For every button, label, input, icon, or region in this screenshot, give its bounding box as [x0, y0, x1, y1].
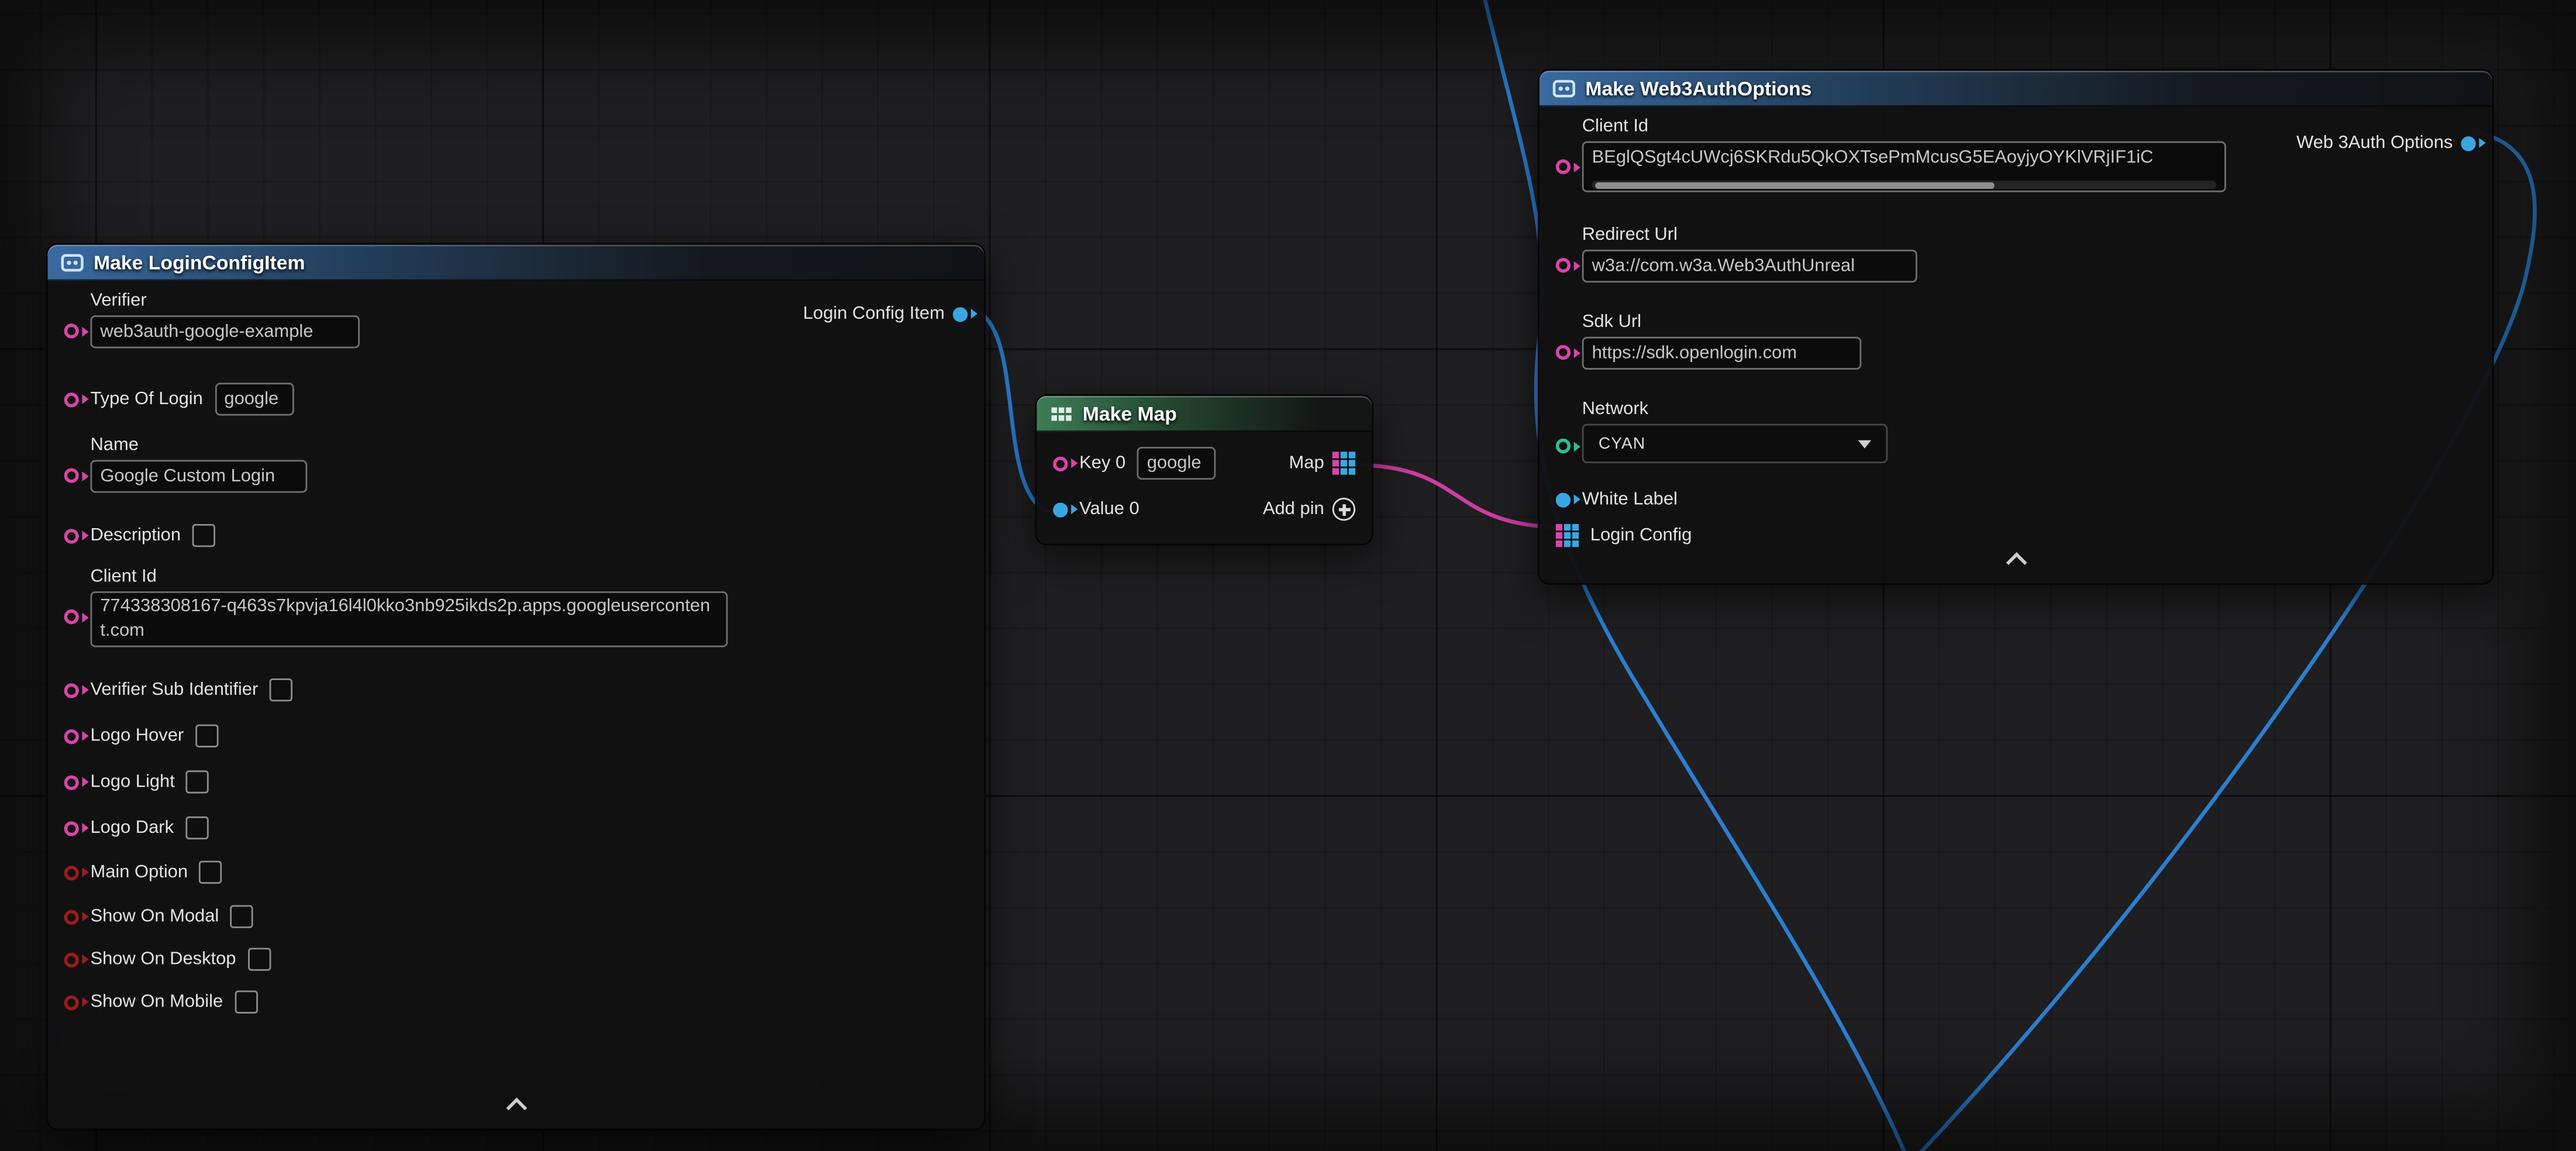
pin-verifier-sub-identifier[interactable]	[64, 683, 79, 697]
logo-hover-input[interactable]	[195, 725, 218, 747]
node-header-make-loginconfigitem[interactable]: Make LoginConfigItem	[47, 244, 984, 281]
logo-light-input[interactable]	[186, 770, 209, 793]
output-label-web3auth-options: Web 3Auth Options	[2296, 133, 2453, 153]
client-id-scrollbar-thumb[interactable]	[1595, 181, 1995, 188]
pin-client-id[interactable]	[64, 609, 79, 624]
pin-verifier[interactable]	[64, 323, 79, 338]
field-label-client-id: Client Id	[90, 567, 728, 587]
field-label-name: Name	[90, 435, 307, 455]
node-make-map[interactable]: Make Map Key 0 google Map Value 0 Add pi…	[1035, 394, 1373, 545]
show-on-mobile-checkbox[interactable]	[235, 991, 257, 1014]
pin-redirect-url[interactable]	[1556, 258, 1571, 273]
show-on-desktop-checkbox[interactable]	[247, 948, 270, 971]
client-id-scrollbar[interactable]	[1592, 181, 2216, 189]
field-label-verifier-sub-identifier: Verifier Sub Identifier	[90, 680, 258, 700]
field-label-logo-dark: Logo Dark	[90, 818, 174, 838]
type-of-login-input[interactable]: google	[215, 382, 294, 415]
pin-network[interactable]	[1556, 439, 1571, 453]
pin-web3auth-options-output[interactable]	[2461, 136, 2475, 150]
node-title: Make Map	[1083, 402, 1177, 425]
field-label-logo-hover: Logo Hover	[90, 726, 184, 746]
key-0-input[interactable]: google	[1137, 447, 1216, 480]
pin-key-0[interactable]	[1053, 456, 1067, 470]
node-header-make-map[interactable]: Make Map	[1036, 396, 1372, 432]
pin-sdk-url[interactable]	[1556, 345, 1571, 360]
field-label-show-on-desktop: Show On Desktop	[90, 949, 236, 969]
pin-main-option[interactable]	[64, 865, 79, 880]
collapse-chevron[interactable]	[2005, 552, 2026, 573]
field-label-key-0: Key 0	[1079, 453, 1125, 473]
sdk-url-input[interactable]: https://sdk.openlogin.com	[1582, 337, 1861, 370]
client-id-input[interactable]: BEglQSgt4cUWcj6SKRdu5QkOXTsePmMcusG5EAoy…	[1582, 142, 2226, 192]
network-dropdown[interactable]: CYAN	[1582, 424, 1888, 463]
field-label-sdk-url: Sdk Url	[1582, 312, 1861, 332]
client-id-text: BEglQSgt4cUWcj6SKRdu5QkOXTsePmMcusG5EAoy…	[1592, 144, 2216, 171]
field-label-value-0: Value 0	[1079, 499, 1139, 519]
node-make-loginconfigitem[interactable]: Make LoginConfigItem Verifier web3auth-g…	[46, 243, 986, 1131]
field-label-description: Description	[90, 526, 181, 546]
field-label-white-label: White Label	[1582, 490, 1678, 509]
field-label-logo-light: Logo Light	[90, 772, 174, 792]
pin-logo-light[interactable]	[64, 774, 79, 789]
chevron-down-icon	[1858, 439, 1871, 447]
field-label-type-of-login: Type Of Login	[90, 390, 202, 409]
make-struct-icon	[1552, 77, 1575, 99]
pin-show-on-mobile[interactable]	[64, 995, 79, 1009]
field-label-login-config: Login Config	[1590, 526, 1692, 546]
field-label-show-on-modal: Show On Modal	[90, 907, 219, 926]
node-title: Make LoginConfigItem	[94, 250, 305, 273]
add-pin-button[interactable]	[1332, 498, 1355, 521]
field-label-verifier: Verifier	[90, 291, 360, 311]
blueprint-canvas[interactable]: Make LoginConfigItem Verifier web3auth-g…	[0, 0, 2576, 1151]
network-dropdown-value: CYAN	[1599, 435, 1645, 453]
field-label-network: Network	[1582, 399, 1888, 419]
verifier-input[interactable]: web3auth-google-example	[90, 315, 360, 348]
output-label-login-config-item: Login Config Item	[803, 304, 945, 324]
field-label-redirect-url: Redirect Url	[1582, 225, 1917, 245]
client-id-input[interactable]: 774338308167-q463s7kpvja16l4l0kko3nb925i…	[90, 591, 728, 647]
pin-name[interactable]	[64, 468, 79, 483]
pin-description[interactable]	[64, 528, 79, 543]
main-option-checkbox[interactable]	[199, 861, 222, 884]
pin-login-config-item-output[interactable]	[953, 306, 967, 321]
pin-show-on-desktop[interactable]	[64, 952, 79, 967]
show-on-modal-checkbox[interactable]	[230, 905, 253, 928]
node-make-web3authoptions[interactable]: Make Web3AuthOptions Client Id BEglQSgt4…	[1538, 69, 2494, 585]
pin-map-output[interactable]	[1332, 452, 1355, 474]
collapse-chevron[interactable]	[505, 1098, 526, 1119]
pin-type-of-login[interactable]	[64, 392, 79, 406]
redirect-url-input[interactable]: w3a://com.w3a.Web3AuthUnreal	[1582, 250, 1917, 282]
pin-logo-hover[interactable]	[64, 729, 79, 743]
pin-show-on-modal[interactable]	[64, 909, 79, 924]
description-input[interactable]	[192, 524, 215, 547]
add-pin-label: Add pin	[1263, 499, 1324, 519]
node-header-make-web3authoptions[interactable]: Make Web3AuthOptions	[1540, 71, 2492, 107]
logo-dark-input[interactable]	[185, 816, 208, 839]
pin-login-config[interactable]	[1556, 524, 1579, 547]
field-label-client-id: Client Id	[1582, 116, 2226, 136]
pin-value-0[interactable]	[1053, 502, 1067, 516]
output-label-map: Map	[1289, 453, 1324, 473]
wire-map-to-loginconfig[interactable]	[1361, 465, 1558, 528]
field-label-show-on-mobile: Show On Mobile	[90, 992, 223, 1012]
pin-client-id[interactable]	[1556, 159, 1571, 174]
pin-logo-dark[interactable]	[64, 821, 79, 835]
pin-white-label[interactable]	[1556, 492, 1571, 506]
make-map-icon	[1050, 402, 1073, 425]
node-title: Make Web3AuthOptions	[1585, 77, 1812, 99]
make-struct-icon	[61, 250, 84, 273]
field-label-main-option: Main Option	[90, 863, 188, 883]
name-input[interactable]: Google Custom Login	[90, 460, 307, 492]
verifier-sub-identifier-input[interactable]	[270, 678, 292, 701]
